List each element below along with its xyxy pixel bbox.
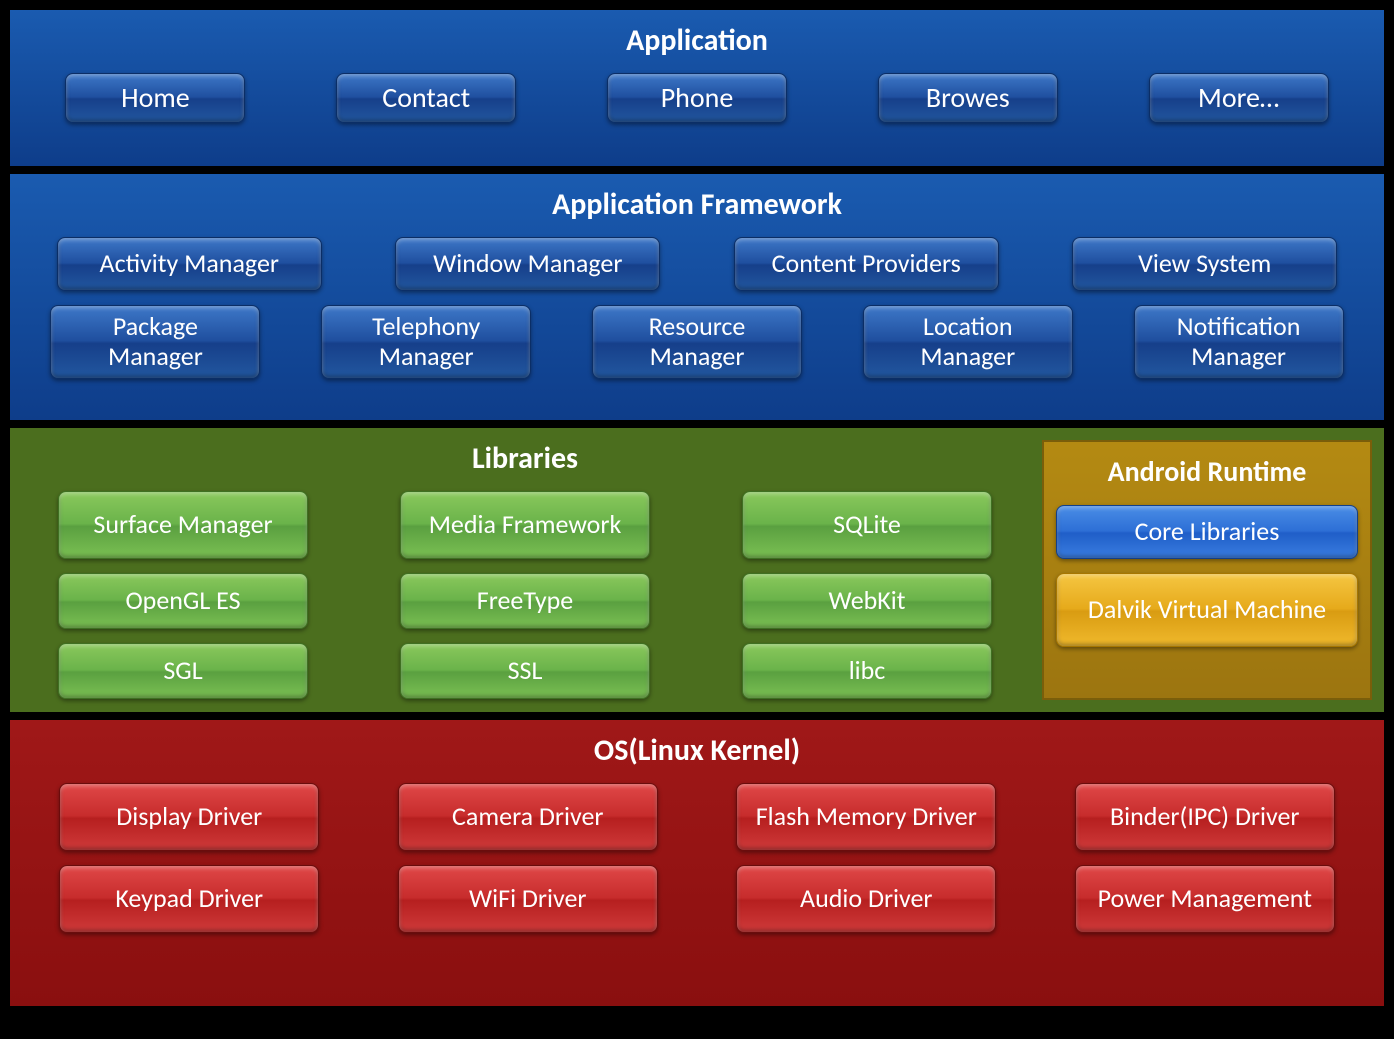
layer-application: Application Home Contact Phone Browes Mo… <box>8 8 1386 168</box>
layer-libraries-runtime: Libraries Surface Manager Media Framewor… <box>8 426 1386 714</box>
fw-content-providers: Content Providers <box>734 237 999 291</box>
krn-display-driver: Display Driver <box>59 783 319 851</box>
lib-opengl-es: OpenGL ES <box>58 573 308 629</box>
fw-window-manager: Window Manager <box>395 237 660 291</box>
kernel-row1: Display Driver Camera Driver Flash Memor… <box>30 783 1364 851</box>
architecture-diagram: Application Home Contact Phone Browes Mo… <box>8 8 1386 1031</box>
libraries-row1: Surface Manager Media Framework SQLite <box>22 491 1028 559</box>
libraries-row2: OpenGL ES FreeType WebKit <box>22 573 1028 629</box>
layer-kernel: OS(Linux Kernel) Display Driver Camera D… <box>8 718 1386 1008</box>
runtime-dalvik-vm: Dalvik Virtual Machine <box>1056 573 1358 647</box>
fw-location-manager: Location Manager <box>863 305 1073 379</box>
lib-libc: libc <box>742 643 992 699</box>
krn-camera-driver: Camera Driver <box>398 783 658 851</box>
runtime-panel: Android Runtime Core Libraries Dalvik Vi… <box>1042 440 1372 700</box>
lib-sgl: SGL <box>58 643 308 699</box>
layer-framework-title: Application Framework <box>30 186 1364 223</box>
app-home: Home <box>65 73 245 123</box>
layer-application-title: Application <box>30 22 1364 59</box>
lib-media-framework: Media Framework <box>400 491 650 559</box>
runtime-core-libraries: Core Libraries <box>1056 505 1358 559</box>
layer-framework: Application Framework Activity Manager W… <box>8 172 1386 422</box>
fw-telephony-manager: Telephony Manager <box>321 305 531 379</box>
kernel-row2: Keypad Driver WiFi Driver Audio Driver P… <box>30 865 1364 933</box>
runtime-title: Android Runtime <box>1056 454 1358 489</box>
fw-view-system: View System <box>1072 237 1337 291</box>
kernel-title: OS(Linux Kernel) <box>30 732 1364 769</box>
krn-binder-ipc-driver: Binder(IPC) Driver <box>1075 783 1335 851</box>
fw-notification-manager: Notification Manager <box>1134 305 1344 379</box>
krn-keypad-driver: Keypad Driver <box>59 865 319 933</box>
libraries-title: Libraries <box>22 440 1028 477</box>
krn-flash-memory-driver: Flash Memory Driver <box>736 783 996 851</box>
fw-resource-manager: Resource Manager <box>592 305 802 379</box>
app-contact: Contact <box>336 73 516 123</box>
libraries-row3: SGL SSL libc <box>22 643 1028 699</box>
libraries-panel: Libraries Surface Manager Media Framewor… <box>22 440 1028 700</box>
lib-freetype: FreeType <box>400 573 650 629</box>
lib-sqlite: SQLite <box>742 491 992 559</box>
app-more: More… <box>1149 73 1329 123</box>
krn-wifi-driver: WiFi Driver <box>398 865 658 933</box>
lib-webkit: WebKit <box>742 573 992 629</box>
krn-power-management: Power Management <box>1075 865 1335 933</box>
framework-row2: Package Manager Telephony Manager Resour… <box>30 305 1364 379</box>
app-phone: Phone <box>607 73 787 123</box>
lib-surface-manager: Surface Manager <box>58 491 308 559</box>
lib-ssl: SSL <box>400 643 650 699</box>
krn-audio-driver: Audio Driver <box>736 865 996 933</box>
framework-row1: Activity Manager Window Manager Content … <box>30 237 1364 291</box>
fw-package-manager: Package Manager <box>50 305 260 379</box>
application-row: Home Contact Phone Browes More… <box>30 73 1364 123</box>
fw-activity-manager: Activity Manager <box>57 237 322 291</box>
app-browes: Browes <box>878 73 1058 123</box>
